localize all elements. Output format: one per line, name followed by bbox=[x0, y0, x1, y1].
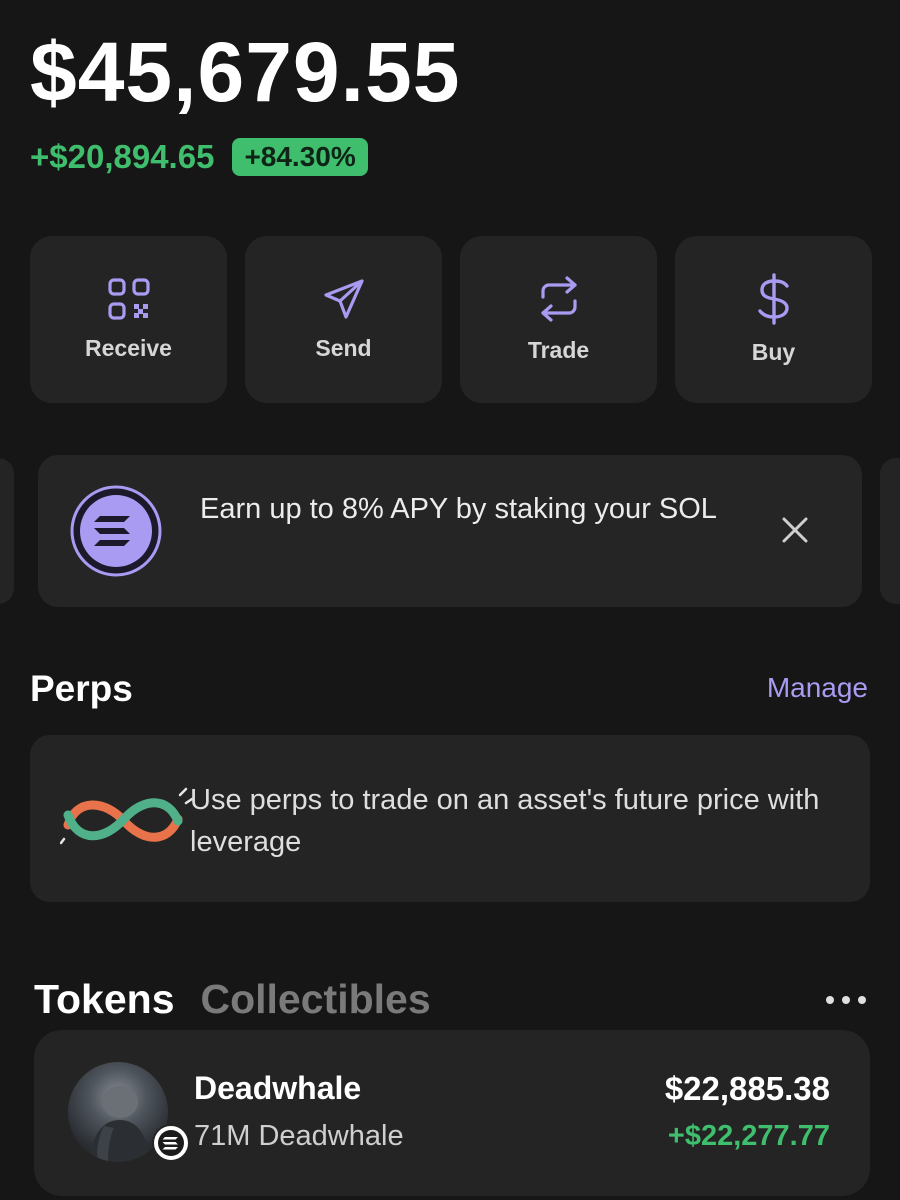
swap-icon bbox=[537, 275, 581, 323]
portfolio-change: +$20,894.65 +84.30% bbox=[30, 138, 368, 176]
previous-banner-card[interactable] bbox=[0, 458, 14, 604]
token-name: Deadwhale bbox=[194, 1070, 362, 1106]
perps-section-title: Perps bbox=[30, 668, 133, 709]
next-banner-card[interactable] bbox=[880, 458, 900, 604]
trade-label: Trade bbox=[527, 337, 590, 363]
buy-label: Buy bbox=[751, 339, 796, 365]
perps-infinity-icon bbox=[59, 785, 194, 855]
close-icon[interactable] bbox=[778, 513, 812, 547]
receive-label: Receive bbox=[85, 335, 172, 361]
asset-tabs: Tokens Collectibles bbox=[34, 976, 431, 1023]
perps-manage-link[interactable]: Manage bbox=[767, 672, 868, 704]
send-icon bbox=[322, 277, 366, 321]
token-value: $22,885.38 bbox=[664, 1070, 830, 1107]
perps-info-card[interactable]: Use perps to trade on an asset's future … bbox=[30, 735, 870, 902]
buy-button[interactable]: Buy bbox=[675, 236, 872, 403]
banner-text: Earn up to 8% APY by staking your SOL bbox=[200, 493, 717, 525]
solana-logo-icon bbox=[70, 485, 162, 577]
change-percent-badge: +84.30% bbox=[232, 138, 368, 176]
portfolio-balance: $45,679.55 bbox=[30, 25, 461, 119]
change-amount: +$20,894.65 bbox=[30, 138, 215, 175]
trade-button[interactable]: Trade bbox=[460, 236, 657, 403]
send-button[interactable]: Send bbox=[245, 236, 442, 403]
perps-description: Use perps to trade on an asset's future … bbox=[190, 784, 820, 858]
token-amount: 71M Deadwhale bbox=[194, 1120, 404, 1152]
solana-badge-icon bbox=[152, 1124, 190, 1162]
more-icon[interactable] bbox=[824, 992, 868, 1008]
action-bar: Receive Send Trade Buy bbox=[30, 236, 872, 403]
token-row[interactable]: Deadwhale 71M Deadwhale $22,885.38 +$22,… bbox=[34, 1030, 870, 1196]
receive-button[interactable]: Receive bbox=[30, 236, 227, 403]
token-change: +$22,277.77 bbox=[667, 1120, 830, 1152]
tab-collectibles[interactable]: Collectibles bbox=[201, 976, 431, 1023]
staking-banner[interactable]: Earn up to 8% APY by staking your SOL bbox=[38, 455, 862, 607]
send-label: Send bbox=[315, 335, 372, 361]
tab-tokens[interactable]: Tokens bbox=[34, 976, 175, 1023]
qr-code-icon bbox=[107, 277, 151, 321]
dollar-icon bbox=[754, 273, 794, 325]
